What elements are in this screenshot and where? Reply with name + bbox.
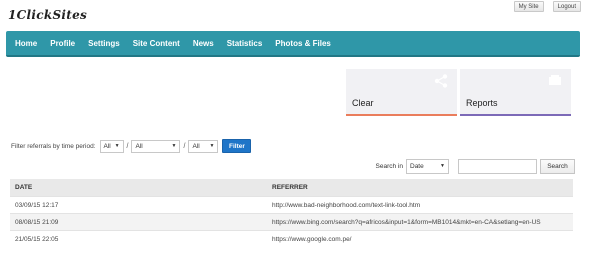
clear-label: Clear bbox=[352, 98, 374, 108]
period-select-2[interactable]: All ▼ bbox=[131, 139, 181, 153]
chevron-down-icon: ▼ bbox=[171, 143, 177, 149]
logout-button[interactable]: Logout bbox=[552, 1, 581, 12]
search-field-value: Date bbox=[410, 162, 424, 170]
nav-item-home[interactable]: Home bbox=[15, 39, 37, 48]
chevron-down-icon: ▼ bbox=[209, 143, 215, 149]
nav-item-news[interactable]: News bbox=[193, 39, 214, 48]
period-select-3[interactable]: All ▼ bbox=[188, 139, 219, 153]
report-icon bbox=[548, 74, 562, 88]
main-nav: Home Profile Settings Site Content News … bbox=[6, 31, 580, 57]
clear-tile[interactable]: Clear bbox=[346, 69, 457, 116]
period-select-2-value: All bbox=[135, 142, 143, 150]
referrers-table: DATE REFERRER 03/09/15 12:17 http://www.… bbox=[10, 179, 573, 247]
top-links: My Site Logout bbox=[513, 1, 581, 12]
chevron-down-icon: ▼ bbox=[440, 163, 445, 169]
period-select-3-value: All bbox=[192, 142, 200, 150]
filter-button[interactable]: Filter bbox=[222, 139, 252, 153]
search-field-select[interactable]: Date ▼ bbox=[406, 158, 449, 174]
separator: / bbox=[183, 142, 186, 150]
nav-item-profile[interactable]: Profile bbox=[50, 39, 75, 48]
search-button[interactable]: Search bbox=[540, 158, 575, 174]
reports-accent-bar bbox=[460, 114, 571, 116]
table-row: 21/05/15 22:05 https://www.google.com.pe… bbox=[10, 230, 573, 247]
filter-row: Filter referrals by time period: All ▼ /… bbox=[11, 139, 252, 153]
nav-item-statistics[interactable]: Statistics bbox=[227, 39, 263, 48]
row-date: 08/08/15 21:09 bbox=[15, 218, 59, 226]
nav-item-site-content[interactable]: Site Content bbox=[133, 39, 180, 48]
row-date: 03/09/15 12:17 bbox=[15, 201, 59, 209]
table-header: DATE REFERRER bbox=[10, 179, 573, 196]
search-in-label: Search in bbox=[375, 162, 403, 170]
chevron-down-icon: ▼ bbox=[114, 143, 120, 149]
nav-item-photos-files[interactable]: Photos & Files bbox=[275, 39, 331, 48]
search-row: Search in Date ▼ Search bbox=[376, 158, 575, 174]
share-icon bbox=[434, 74, 448, 90]
search-input[interactable] bbox=[458, 158, 537, 174]
referrer-column-header[interactable]: REFERRER bbox=[272, 184, 573, 191]
table-row: 03/09/15 12:17 http://www.bad-neighborho… bbox=[10, 196, 573, 213]
filter-label: Filter referrals by time period: bbox=[11, 142, 96, 150]
reports-label: Reports bbox=[466, 98, 498, 108]
period-select-1[interactable]: All ▼ bbox=[99, 139, 124, 153]
period-select-1-value: All bbox=[103, 142, 111, 150]
row-referrer[interactable]: http://www.bad-neighborhood.com/text-lin… bbox=[272, 202, 573, 209]
date-column-header[interactable]: DATE bbox=[10, 184, 272, 191]
row-date: 21/05/15 22:05 bbox=[15, 235, 59, 243]
row-referrer[interactable]: https://www.bing.com/search?q=africos&in… bbox=[272, 219, 573, 226]
reports-tile[interactable]: Reports bbox=[460, 69, 571, 116]
clear-accent-bar bbox=[346, 114, 457, 116]
table-row: 08/08/15 21:09 https://www.bing.com/sear… bbox=[10, 213, 573, 230]
separator: / bbox=[126, 142, 129, 150]
site-logo: 1ClickSites bbox=[8, 8, 88, 22]
row-referrer[interactable]: https://www.google.com.pe/ bbox=[272, 236, 573, 243]
nav-item-settings[interactable]: Settings bbox=[88, 39, 120, 48]
my-site-button[interactable]: My Site bbox=[513, 1, 544, 12]
